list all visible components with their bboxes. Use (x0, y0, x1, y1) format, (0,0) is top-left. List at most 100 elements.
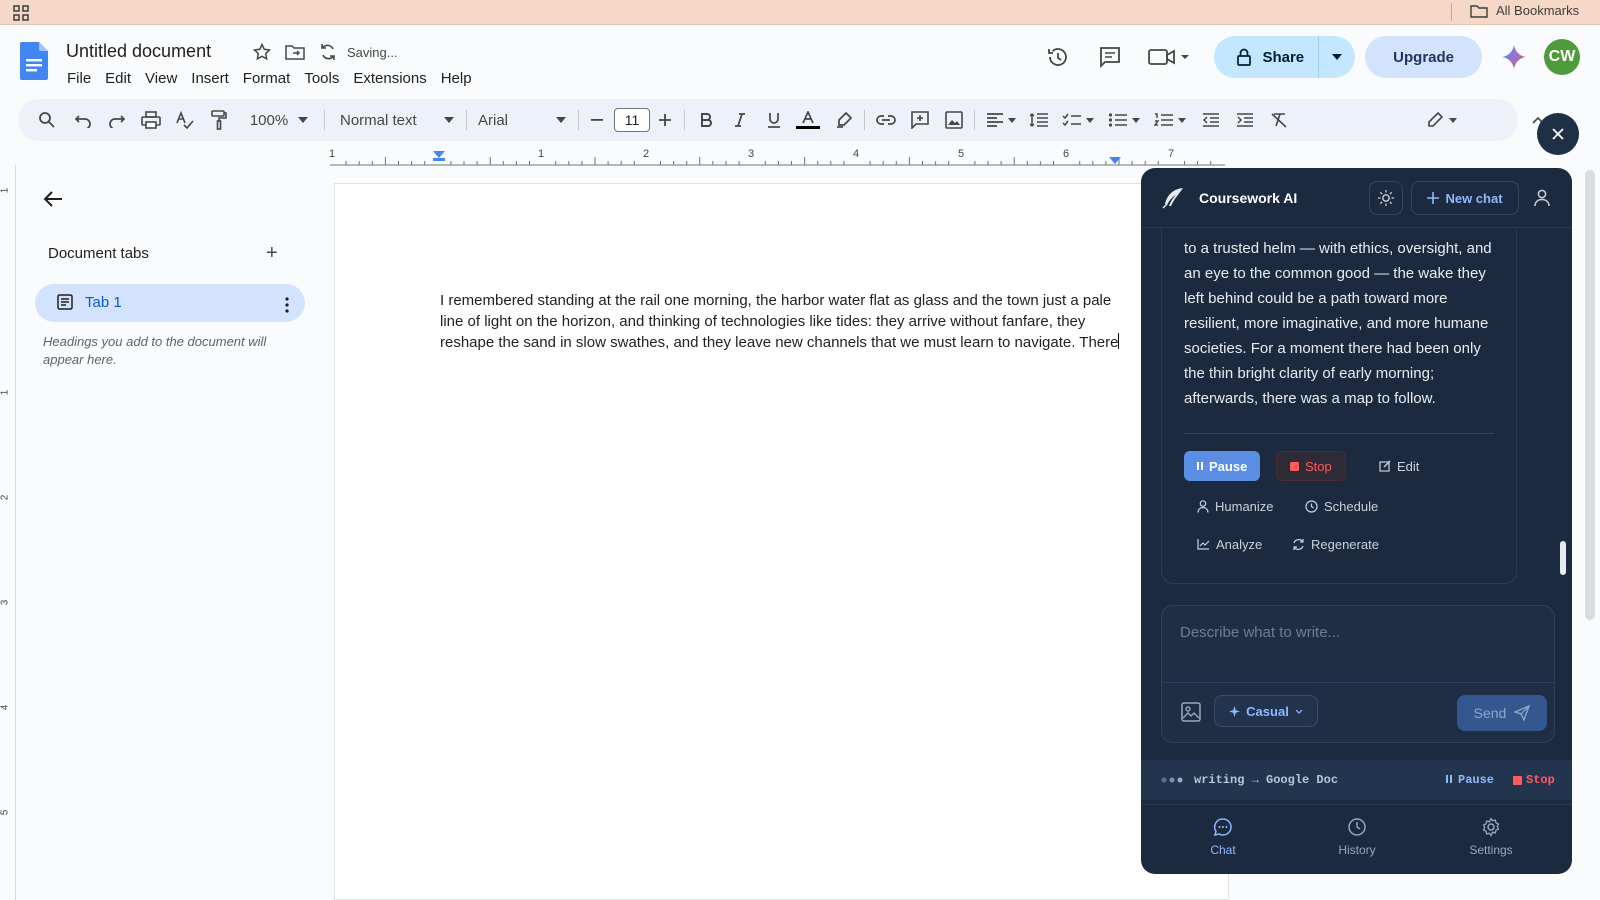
paint-format-button[interactable] (206, 99, 232, 141)
insert-image-button[interactable] (942, 99, 966, 141)
regenerate-button[interactable]: Regenerate (1279, 529, 1392, 559)
redo-button[interactable] (104, 99, 130, 141)
document-body[interactable]: I remembered standing at the rail one mo… (440, 290, 1120, 353)
insert-link-button[interactable] (874, 99, 898, 141)
ai-panel-scrollbar[interactable] (1560, 541, 1566, 575)
folder-icon (1470, 4, 1488, 18)
text-color-button[interactable] (794, 99, 822, 141)
underline-button[interactable] (762, 99, 786, 141)
paragraph-style-value: Normal text (340, 111, 417, 129)
prompt-input[interactable]: Describe what to write... (1180, 624, 1340, 641)
menu-view[interactable]: View (138, 70, 184, 88)
more-vertical-icon[interactable] (284, 297, 290, 313)
meet-button[interactable] (1144, 39, 1194, 75)
document-scrollbar[interactable] (1585, 170, 1595, 620)
print-button[interactable] (138, 99, 164, 141)
humanize-button[interactable]: Humanize (1184, 491, 1287, 521)
apps-grid-icon[interactable] (13, 5, 29, 21)
decrease-indent-button[interactable] (1198, 99, 1224, 141)
spellcheck-button[interactable] (172, 99, 198, 141)
nav-chat[interactable]: Chat (1183, 817, 1263, 857)
new-chat-button[interactable]: New chat (1411, 181, 1519, 215)
gear-icon (1482, 817, 1500, 837)
share-button-group: Share (1214, 36, 1356, 78)
add-comment-button[interactable] (908, 99, 932, 141)
menu-format[interactable]: Format (236, 70, 298, 88)
upgrade-button[interactable]: Upgrade (1365, 36, 1482, 78)
comments-button[interactable] (1092, 39, 1128, 75)
align-button[interactable] (982, 99, 1020, 141)
attach-image-icon[interactable] (1180, 701, 1202, 723)
increase-indent-button[interactable] (1232, 99, 1258, 141)
clear-formatting-button[interactable] (1266, 99, 1292, 141)
italic-button[interactable] (728, 99, 752, 141)
increase-font-size-button[interactable] (654, 99, 676, 141)
status-pause-button[interactable]: Pause (1446, 773, 1494, 787)
avatar[interactable]: CW (1544, 39, 1580, 75)
menu-help[interactable]: Help (434, 70, 479, 88)
decrease-font-size-button[interactable] (586, 99, 608, 141)
loading-dots-icon (1161, 777, 1183, 783)
italic-icon (735, 113, 745, 127)
theme-toggle-button[interactable] (1369, 181, 1403, 215)
undo-button[interactable] (70, 99, 96, 141)
minus-icon (591, 119, 603, 121)
stop-button[interactable]: Stop (1276, 451, 1346, 481)
share-button[interactable]: Share (1214, 36, 1320, 78)
caret-down-icon (1008, 117, 1016, 123)
ai-panel-header: Coursework AI New chat (1141, 168, 1572, 228)
move-folder-icon[interactable] (285, 43, 305, 61)
menu-tools[interactable]: Tools (297, 70, 346, 88)
schedule-button[interactable]: Schedule (1292, 491, 1391, 521)
bold-button[interactable] (694, 99, 718, 141)
tab-1[interactable]: Tab 1 (35, 284, 305, 322)
star-icon[interactable] (253, 43, 271, 61)
status-stop-button[interactable]: Stop (1513, 773, 1555, 787)
schedule-label: Schedule (1324, 498, 1379, 514)
share-dropdown-button[interactable] (1319, 36, 1355, 78)
close-panel-button[interactable] (1537, 113, 1579, 155)
ruler-number: 2 (643, 148, 650, 160)
back-arrow-icon[interactable] (42, 188, 64, 210)
editing-mode-button[interactable] (1422, 99, 1462, 141)
send-button[interactable]: Send (1457, 695, 1547, 731)
zoom-select[interactable]: 100% (242, 99, 316, 141)
version-history-button[interactable] (1040, 39, 1076, 75)
underline-icon (768, 113, 780, 128)
checklist-button[interactable] (1058, 99, 1098, 141)
menu-extensions[interactable]: Extensions (346, 70, 433, 88)
add-tab-button[interactable]: + (266, 243, 278, 263)
menu-insert[interactable]: Insert (184, 70, 236, 88)
pause-button[interactable]: Pause (1184, 451, 1261, 481)
tone-select[interactable]: Casual (1214, 695, 1318, 727)
nav-history[interactable]: History (1317, 817, 1397, 857)
menu-edit[interactable]: Edit (98, 70, 138, 88)
numbered-list-button[interactable] (1150, 99, 1190, 141)
account-button[interactable] (1529, 185, 1555, 211)
document-title[interactable]: Untitled document (66, 41, 211, 62)
font-size-value: 11 (614, 108, 650, 132)
line-spacing-icon (1029, 112, 1048, 128)
title-actions: Saving... (253, 43, 398, 61)
paragraph-style-select[interactable]: Normal text (336, 99, 458, 141)
lock-icon (1237, 48, 1252, 66)
document-page[interactable]: I remembered standing at the rail one mo… (334, 183, 1229, 900)
print-icon (141, 111, 161, 129)
menu-file[interactable]: File (67, 70, 98, 88)
search-menus-button[interactable] (34, 99, 60, 141)
edit-button[interactable]: Edit (1366, 451, 1432, 481)
checklist-icon (1062, 113, 1081, 127)
analyze-button[interactable]: Analyze (1184, 529, 1275, 559)
ai-panel-title: Coursework AI (1199, 190, 1298, 206)
left-indent-marker (433, 158, 445, 161)
nav-settings[interactable]: Settings (1451, 817, 1531, 857)
vertical-ruler: 1 1 2 3 4 5 (0, 165, 16, 900)
line-spacing-button[interactable] (1026, 99, 1052, 141)
gemini-icon[interactable] (1500, 43, 1528, 71)
font-size-field[interactable]: 11 (612, 99, 652, 141)
highlight-button[interactable] (832, 99, 856, 141)
docs-logo-icon[interactable] (20, 42, 48, 80)
bulleted-list-button[interactable] (1104, 99, 1144, 141)
font-select[interactable]: Arial (474, 99, 570, 141)
all-bookmarks-button[interactable]: All Bookmarks (1470, 3, 1579, 18)
